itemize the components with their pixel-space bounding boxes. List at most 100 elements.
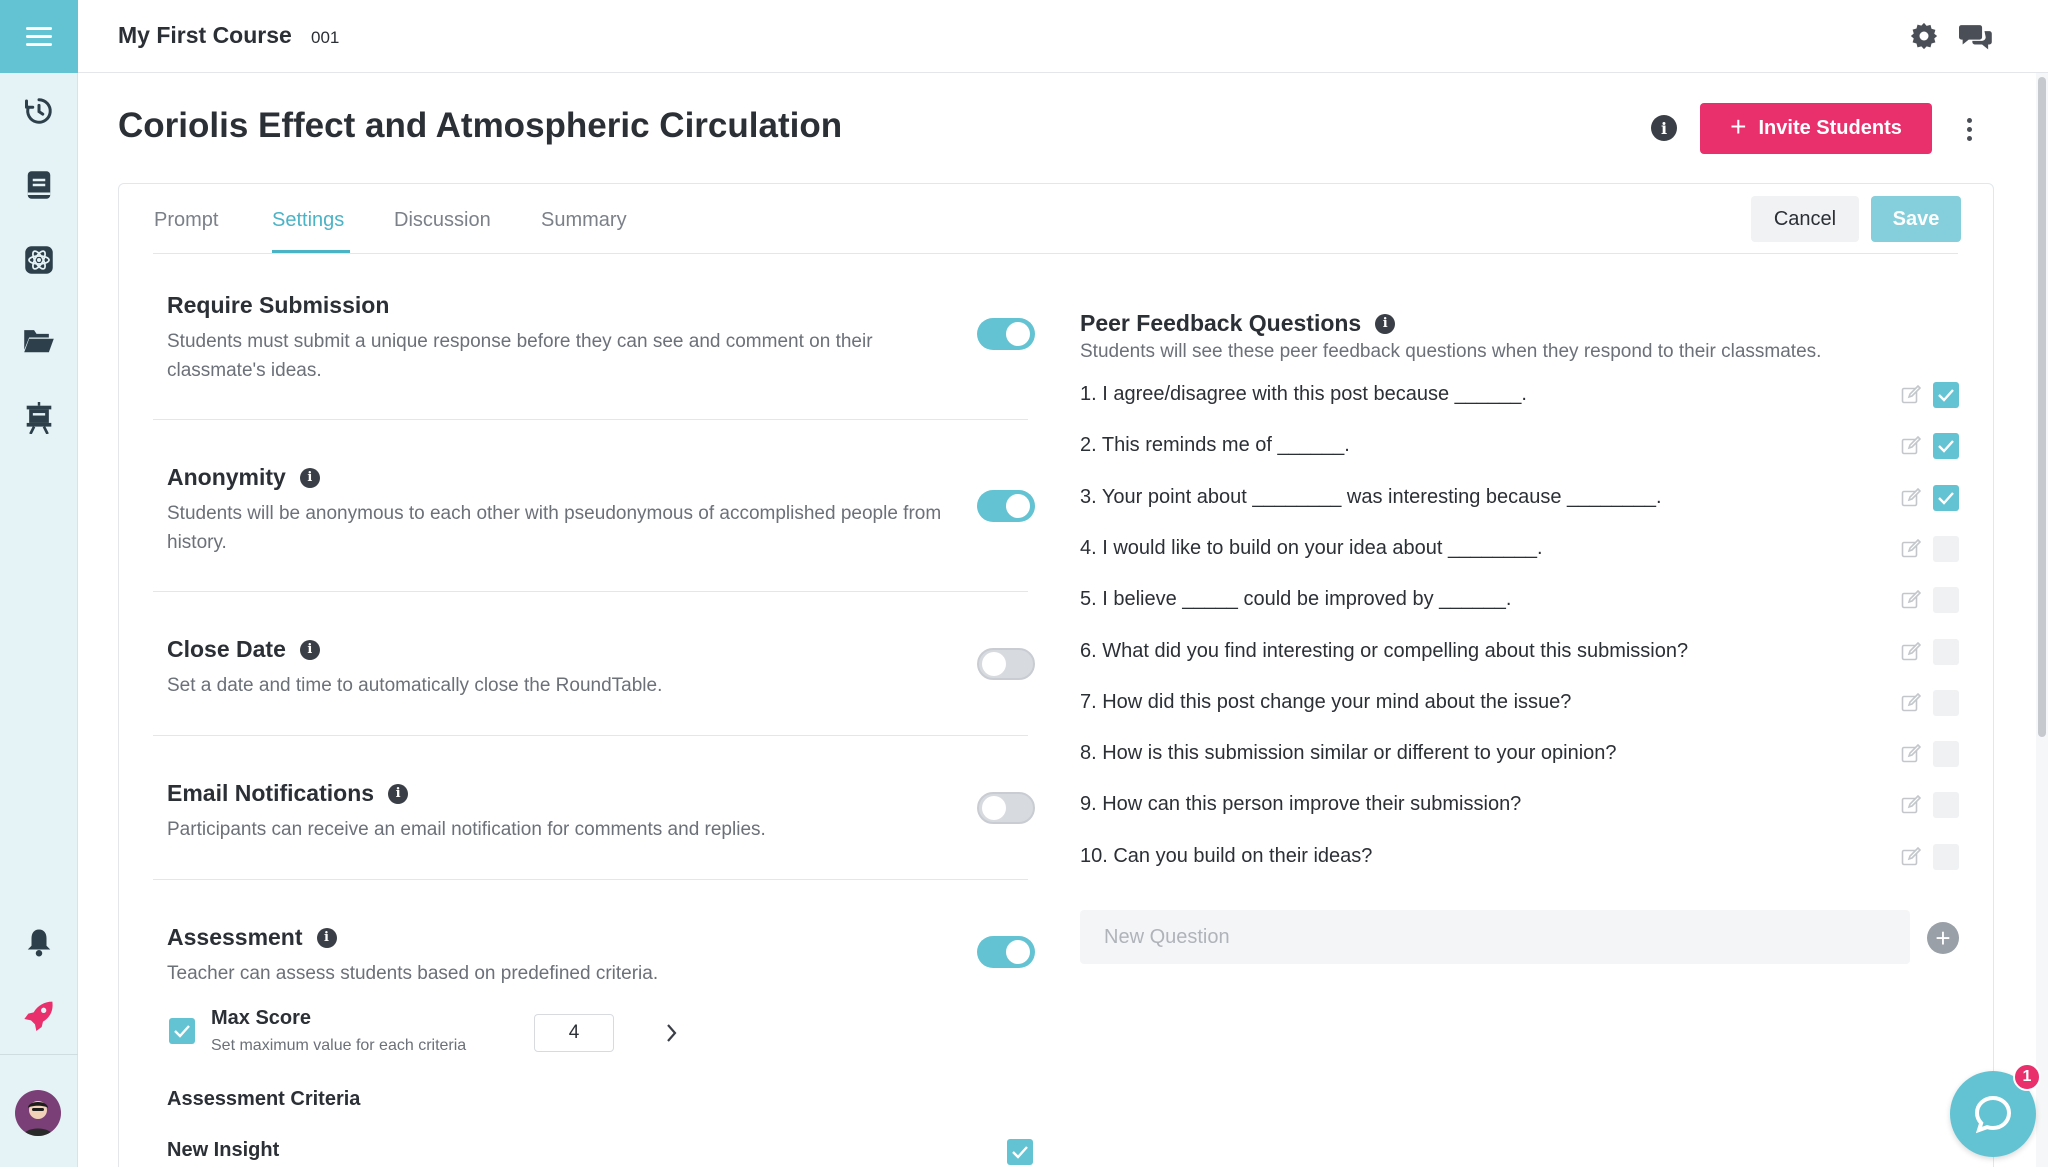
assessment-title: Assessment i [167, 924, 1047, 951]
checkmark-icon [1938, 440, 1954, 453]
email-notifications-title: Email Notifications i [167, 780, 1047, 807]
checkmark-icon [1938, 492, 1954, 505]
plus-icon: + [1730, 111, 1747, 142]
edit-icon[interactable] [1901, 794, 1922, 815]
close-date-title: Close Date i [167, 636, 1047, 663]
invite-students-label: Invite Students [1758, 117, 1902, 139]
anonymity-title: Anonymity i [167, 464, 1047, 491]
bell-icon[interactable] [19, 922, 59, 962]
close-date-setting: Close Date i Set a date and time to auto… [167, 636, 1047, 700]
history-icon[interactable] [19, 91, 59, 131]
edit-icon[interactable] [1901, 743, 1922, 764]
question-text: 3. Your point about ________ was interes… [1080, 486, 1662, 508]
info-icon[interactable]: i [1651, 115, 1677, 141]
scrollbar-thumb[interactable] [2038, 77, 2046, 737]
presentation-board-icon[interactable] [19, 398, 59, 438]
assessment-setting: Assessment i Teacher can assess students… [167, 924, 1047, 988]
sidebar-divider [0, 1054, 78, 1055]
gear-icon[interactable] [1906, 18, 1942, 54]
edit-icon[interactable] [1901, 846, 1922, 867]
require-submission-toggle[interactable] [977, 318, 1035, 350]
max-score-input[interactable] [534, 1014, 614, 1052]
question-checkbox[interactable] [1933, 587, 1959, 613]
top-bar: My First Course 001 [78, 0, 2048, 73]
anonymity-toggle[interactable] [977, 490, 1035, 522]
criteria-item-label: New Insight [167, 1139, 280, 1161]
email-notifications-label: Email Notifications [167, 780, 375, 806]
invite-students-button[interactable]: + Invite Students [1700, 103, 1932, 154]
course-code: 001 [311, 28, 340, 47]
info-icon[interactable]: i [299, 467, 320, 488]
peer-feedback-title: Peer Feedback Questions i [1080, 310, 1396, 337]
checkmark-icon [174, 1025, 190, 1038]
menu-button[interactable] [0, 0, 78, 73]
question-checkbox[interactable] [1933, 433, 1959, 459]
question-checkbox[interactable] [1933, 844, 1959, 870]
edit-icon[interactable] [1901, 435, 1922, 456]
peer-feedback-description: Students will see these peer feedback qu… [1080, 341, 1822, 362]
question-checkbox[interactable] [1933, 536, 1959, 562]
sidebar [0, 0, 78, 1167]
question-checkbox[interactable] [1933, 690, 1959, 716]
edit-icon[interactable] [1901, 692, 1922, 713]
criteria-item-checkbox[interactable] [1007, 1139, 1033, 1165]
atom-icon[interactable] [19, 240, 59, 280]
new-question-input[interactable] [1080, 910, 1910, 964]
avatar[interactable] [15, 1090, 61, 1136]
question-checkbox[interactable] [1933, 741, 1959, 767]
checkmark-icon [1012, 1146, 1028, 1159]
question-text: 4. I would like to build on your idea ab… [1080, 537, 1543, 559]
question-text: 1. I agree/disagree with this post becau… [1080, 383, 1527, 405]
close-date-description: Set a date and time to automatically clo… [167, 675, 663, 696]
email-notifications-toggle[interactable] [977, 792, 1035, 824]
page-scrollbar[interactable] [2036, 73, 2048, 1167]
info-icon[interactable]: i [1375, 313, 1396, 334]
question-text: 6. What did you find interesting or comp… [1080, 640, 1689, 662]
question-text: 10. Can you build on their ideas? [1080, 845, 1373, 867]
assessment-toggle[interactable] [977, 936, 1035, 968]
rocket-icon[interactable] [19, 995, 59, 1035]
edit-icon[interactable] [1901, 384, 1922, 405]
section-divider [153, 419, 1028, 420]
notebook-icon[interactable] [19, 165, 59, 205]
tab-summary[interactable]: Summary [541, 209, 627, 232]
add-question-button[interactable]: + [1927, 922, 1959, 954]
cancel-button[interactable]: Cancel [1751, 196, 1859, 242]
max-score-label: Max Score [211, 1007, 312, 1029]
question-checkbox[interactable] [1933, 382, 1959, 408]
question-checkbox[interactable] [1933, 639, 1959, 665]
chevron-right-icon[interactable] [660, 1018, 684, 1048]
tabs-divider [153, 253, 1958, 254]
require-submission-title: Require Submission [167, 292, 1047, 319]
tab-settings[interactable]: Settings [272, 209, 344, 232]
require-submission-setting: Require Submission Students must submit … [167, 292, 1047, 385]
require-submission-description: Students must submit a unique response b… [167, 331, 873, 381]
close-date-label: Close Date [167, 636, 286, 662]
max-score-hint: Set maximum value for each criteria [211, 1037, 467, 1054]
section-divider [153, 735, 1028, 736]
tab-discussion[interactable]: Discussion [394, 209, 491, 232]
folder-open-icon[interactable] [19, 320, 59, 360]
close-date-toggle[interactable] [977, 648, 1035, 680]
tab-prompt[interactable]: Prompt [154, 209, 218, 232]
course-title[interactable]: My First Course [118, 22, 292, 49]
edit-icon[interactable] [1901, 641, 1922, 662]
question-text: 8. How is this submission similar or dif… [1080, 742, 1617, 764]
edit-icon[interactable] [1901, 487, 1922, 508]
info-icon[interactable]: i [299, 639, 320, 660]
peer-feedback-label: Peer Feedback Questions [1080, 310, 1362, 336]
info-icon[interactable]: i [316, 927, 337, 948]
more-options-icon[interactable] [1958, 112, 1980, 146]
question-checkbox[interactable] [1933, 792, 1959, 818]
question-text: 9. How can this person improve their sub… [1080, 793, 1522, 815]
settings-card: Prompt Settings Discussion Summary Cance… [118, 183, 1994, 1167]
anonymity-label: Anonymity [167, 464, 286, 490]
max-score-checkbox[interactable] [169, 1018, 195, 1044]
page-title: Coriolis Effect and Atmospheric Circulat… [118, 106, 843, 145]
edit-icon[interactable] [1901, 589, 1922, 610]
edit-icon[interactable] [1901, 538, 1922, 559]
save-button[interactable]: Save [1871, 196, 1961, 242]
question-checkbox[interactable] [1933, 485, 1959, 511]
chat-bubbles-icon[interactable] [1958, 18, 1994, 54]
info-icon[interactable]: i [388, 783, 409, 804]
